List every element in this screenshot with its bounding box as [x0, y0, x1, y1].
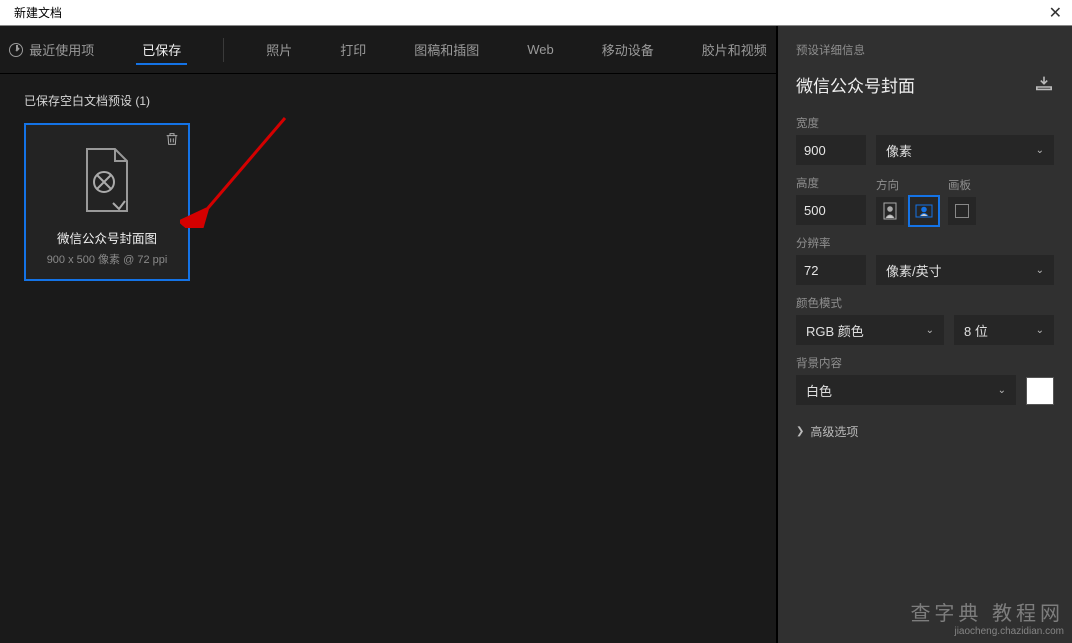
- dropdown-value: 像素/英寸: [886, 261, 942, 280]
- color-mode-dropdown[interactable]: RGB 颜色 ⌄: [796, 315, 944, 345]
- tab-label: 照片: [266, 40, 292, 59]
- tab-mobile[interactable]: 移动设备: [596, 34, 660, 65]
- preset-meta: 900 x 500 像素 @ 72 ppi: [47, 251, 168, 267]
- tab-label: 移动设备: [602, 40, 654, 59]
- orientation-portrait-button[interactable]: [876, 197, 904, 225]
- tab-label: 最近使用项: [29, 40, 94, 59]
- chevron-down-icon: ⌄: [1036, 265, 1044, 276]
- artboard-label: 画板: [948, 177, 976, 193]
- orientation-label: 方向: [876, 177, 938, 193]
- height-orient-row: 高度 方向 画板: [796, 175, 1054, 225]
- chevron-down-icon: ⌄: [926, 325, 934, 336]
- width-unit-dropdown[interactable]: 像素 ⌄: [876, 135, 1054, 165]
- landscape-icon: [915, 204, 933, 218]
- width-input[interactable]: [796, 135, 866, 165]
- resolution-input[interactable]: [796, 255, 866, 285]
- preset-name-row: 微信公众号封面: [796, 72, 1054, 97]
- dropdown-value: 像素: [886, 141, 912, 160]
- preset-section-label: 已保存空白文档预设 (1): [24, 92, 752, 109]
- width-group: 宽度 像素 ⌄: [796, 115, 1054, 165]
- advanced-label: 高级选项: [810, 423, 858, 440]
- chevron-down-icon: ⌄: [998, 385, 1006, 396]
- tab-label: 已保存: [142, 40, 181, 59]
- height-group: 高度: [796, 175, 866, 225]
- resolution-unit-dropdown[interactable]: 像素/英寸 ⌄: [876, 255, 1054, 285]
- height-label: 高度: [796, 175, 866, 191]
- resolution-group: 分辨率 像素/英寸 ⌄: [796, 235, 1054, 285]
- preset-card[interactable]: 微信公众号封面图 900 x 500 像素 @ 72 ppi: [24, 123, 190, 281]
- bit-depth-dropdown[interactable]: 8 位 ⌄: [954, 315, 1054, 345]
- left-area: 最近使用项 已保存 照片 打印 图稿和插图 Web 移动设备 胶片和视频 已保存…: [0, 26, 776, 643]
- preset-name-field[interactable]: 微信公众号封面: [796, 72, 915, 97]
- background-label: 背景内容: [796, 355, 1054, 371]
- orientation-landscape-button[interactable]: [910, 197, 938, 225]
- close-icon[interactable]: ✕: [1049, 3, 1062, 23]
- tab-label: 打印: [340, 40, 366, 59]
- window-title: 新建文档: [10, 4, 62, 21]
- dropdown-value: 白色: [806, 381, 832, 400]
- color-mode-label: 颜色模式: [796, 295, 1054, 311]
- preset-area: 已保存空白文档预设 (1) 微信公众号封面图 900 x 500 像素 @ 72…: [0, 74, 776, 299]
- background-group: 背景内容 白色 ⌄: [796, 355, 1054, 405]
- delete-preset-button[interactable]: [164, 131, 180, 152]
- details-header: 预设详细信息: [796, 42, 1054, 58]
- artboard-group: 画板: [948, 177, 976, 225]
- save-preset-button[interactable]: [1034, 75, 1054, 94]
- tab-recent[interactable]: 最近使用项: [3, 34, 100, 65]
- clock-icon: [9, 43, 23, 57]
- tab-print[interactable]: 打印: [334, 34, 372, 65]
- tab-art[interactable]: 图稿和插图: [408, 34, 485, 65]
- chevron-right-icon: ❯: [796, 426, 804, 437]
- chevron-down-icon: ⌄: [1036, 325, 1044, 336]
- dialog-body: 最近使用项 已保存 照片 打印 图稿和插图 Web 移动设备 胶片和视频 已保存…: [0, 26, 1072, 643]
- tab-label: Web: [527, 42, 554, 57]
- tab-photo[interactable]: 照片: [260, 34, 298, 65]
- window-titlebar: 新建文档 ✕: [0, 0, 1072, 26]
- color-mode-group: 颜色模式 RGB 颜色 ⌄ 8 位 ⌄: [796, 295, 1054, 345]
- details-panel: 预设详细信息 微信公众号封面 宽度 像素 ⌄ 高度 方向: [776, 26, 1072, 643]
- background-color-swatch[interactable]: [1026, 377, 1054, 405]
- preset-name: 微信公众号封面图: [57, 228, 157, 247]
- chevron-down-icon: ⌄: [1036, 145, 1044, 156]
- portrait-icon: [883, 202, 897, 220]
- tab-web[interactable]: Web: [521, 36, 560, 63]
- tab-saved[interactable]: 已保存: [136, 34, 187, 65]
- dropdown-value: 8 位: [964, 321, 988, 340]
- advanced-options-toggle[interactable]: ❯ 高级选项: [796, 423, 1054, 440]
- width-label: 宽度: [796, 115, 1054, 131]
- tab-separator: [223, 38, 224, 62]
- trash-icon: [164, 131, 180, 147]
- tab-film[interactable]: 胶片和视频: [696, 34, 773, 65]
- tab-label: 图稿和插图: [414, 40, 479, 59]
- artboard-checkbox[interactable]: [948, 197, 976, 225]
- category-tabs: 最近使用项 已保存 照片 打印 图稿和插图 Web 移动设备 胶片和视频: [0, 26, 776, 74]
- download-icon: [1034, 75, 1054, 91]
- height-input[interactable]: [796, 195, 866, 225]
- document-icon: [77, 145, 137, 215]
- background-dropdown[interactable]: 白色 ⌄: [796, 375, 1016, 405]
- resolution-label: 分辨率: [796, 235, 1054, 251]
- checkbox-box-icon: [955, 204, 969, 218]
- dropdown-value: RGB 颜色: [806, 321, 864, 340]
- tab-label: 胶片和视频: [702, 40, 767, 59]
- orientation-group: 方向: [876, 177, 938, 225]
